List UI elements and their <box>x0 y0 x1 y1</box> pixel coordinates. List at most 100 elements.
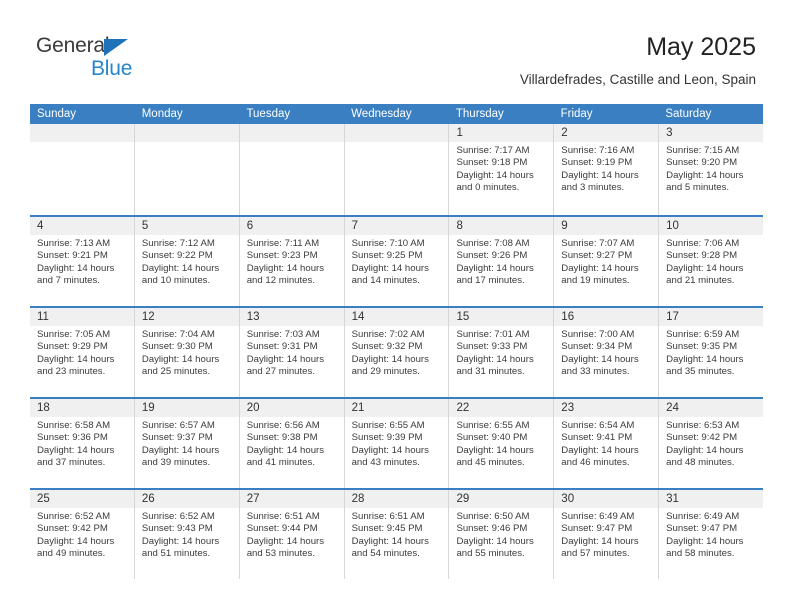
day-details: Sunrise: 7:06 AM Sunset: 9:28 PM Daylight:… <box>659 235 763 288</box>
calendar-day-cell[interactable]: 16 Sunrise: 7:00 AM Sunset: 9:34 PM Dayligh… <box>554 308 660 397</box>
daylight-text-line2: and 23 minutes. <box>37 366 106 378</box>
daylight-text-line2: and 55 minutes. <box>456 548 525 560</box>
day-number: 14 <box>344 308 449 326</box>
sunrise-text: Sunrise: 7:00 AM <box>561 329 635 340</box>
calendar-day-cell[interactable]: 25 Sunrise: 6:52 AM Sunset: 9:42 PM Dayligh… <box>30 490 135 579</box>
day-details: Sunrise: 7:04 AM Sunset: 9:30 PM Daylight:… <box>135 326 239 379</box>
daylight-text-line2: and 33 minutes. <box>561 366 630 378</box>
daylight-text-line1: Daylight: 14 hours <box>351 262 429 274</box>
daylight-text-line1: Daylight: 14 hours <box>666 262 744 274</box>
day-number: 28 <box>344 490 449 508</box>
sunset-text: Sunset: 9:33 PM <box>456 341 528 353</box>
sunrise-text: Sunrise: 6:52 AM <box>37 511 111 522</box>
daylight-text-line1: Daylight: 14 hours <box>246 353 325 365</box>
page-header: General Blue May 2025 Villardefrades, Ca… <box>0 0 792 100</box>
daylight-text-line2: and 41 minutes. <box>246 457 315 469</box>
day-number: 1 <box>449 124 554 142</box>
calendar-day-cell[interactable]: 3 Sunrise: 7:15 AM Sunset: 9:20 PM Daylight… <box>659 124 764 215</box>
sunrise-text: Sunrise: 6:51 AM <box>246 511 320 522</box>
calendar-day-cell[interactable]: 11 Sunrise: 7:05 AM Sunset: 9:29 PM Dayligh… <box>30 308 135 397</box>
calendar-day-cell[interactable]: 17 Sunrise: 6:59 AM Sunset: 9:35 PM Dayligh… <box>659 308 764 397</box>
calendar-day-cell[interactable]: 4 Sunrise: 7:13 AM Sunset: 9:21 PM Daylight… <box>30 217 135 306</box>
daylight-text-line2: and 7 minutes. <box>37 275 100 287</box>
calendar-day-cell[interactable]: 28 Sunrise: 6:51 AM Sunset: 9:45 PM Dayligh… <box>344 490 450 579</box>
calendar-day-cell[interactable]: 21 Sunrise: 6:55 AM Sunset: 9:39 PM Dayligh… <box>344 399 450 488</box>
calendar-day-cell[interactable]: 19 Sunrise: 6:57 AM Sunset: 9:37 PM Dayligh… <box>134 399 240 488</box>
weekday-header-wednesday: Wednesday <box>351 108 412 120</box>
sunrise-text: Sunrise: 7:11 AM <box>246 238 320 249</box>
daylight-text-line1: Daylight: 14 hours <box>666 535 744 547</box>
daylight-text-line1: Daylight: 14 hours <box>561 169 639 181</box>
calendar-day-cell[interactable]: 2 Sunrise: 7:16 AM Sunset: 9:19 PM Daylight… <box>554 124 660 215</box>
calendar-grid: Sunday Monday Tuesday Wednesday Thursday Frid… <box>30 104 764 579</box>
daylight-text-line2: and 17 minutes. <box>456 275 525 287</box>
sunset-text: Sunset: 9:20 PM <box>666 157 738 169</box>
sunrise-text: Sunrise: 7:06 AM <box>666 238 740 249</box>
day-details: Sunrise: 7:10 AM Sunset: 9:25 PM Daylight:… <box>345 235 449 288</box>
day-number <box>30 124 134 142</box>
calendar-day-cell[interactable]: 26 Sunrise: 6:52 AM Sunset: 9:43 PM Dayligh… <box>134 490 240 579</box>
calendar-day-cell[interactable]: 18 Sunrise: 6:58 AM Sunset: 9:36 PM Dayligh… <box>30 399 135 488</box>
calendar-day-cell[interactable]: 15 Sunrise: 7:01 AM Sunset: 9:33 PM Dayligh… <box>449 308 555 397</box>
sunrise-text: Sunrise: 6:53 AM <box>666 420 740 431</box>
calendar-day-cell[interactable]: 23 Sunrise: 6:54 AM Sunset: 9:41 PM Dayligh… <box>554 399 660 488</box>
calendar-day-cell[interactable]: 24 Sunrise: 6:53 AM Sunset: 9:42 PM Dayligh… <box>659 399 764 488</box>
sunrise-text: Sunrise: 7:02 AM <box>351 329 425 340</box>
sunrise-text: Sunrise: 6:59 AM <box>666 329 740 340</box>
daylight-text-line1: Daylight: 14 hours <box>37 535 115 547</box>
calendar-day-cell[interactable]: 31 Sunrise: 6:49 AM Sunset: 9:47 PM Dayligh… <box>659 490 764 579</box>
daylight-text-line1: Daylight: 14 hours <box>456 535 534 547</box>
weekday-header-tuesday: Tuesday <box>246 108 291 120</box>
sunset-text: Sunset: 9:47 PM <box>561 523 633 535</box>
daylight-text-line1: Daylight: 14 hours <box>141 353 220 365</box>
day-number: 30 <box>554 490 659 508</box>
calendar-day-cell[interactable]: 14 Sunrise: 7:02 AM Sunset: 9:32 PM Dayligh… <box>344 308 450 397</box>
calendar-day-cell[interactable]: 22 Sunrise: 6:55 AM Sunset: 9:40 PM Dayligh… <box>449 399 555 488</box>
sunrise-text: Sunrise: 6:58 AM <box>37 420 111 431</box>
sunrise-text: Sunrise: 7:17 AM <box>456 145 530 156</box>
calendar-day-cell-empty <box>239 124 345 215</box>
calendar-day-cell[interactable]: 5 Sunrise: 7:12 AM Sunset: 9:22 PM Daylight… <box>134 217 240 306</box>
calendar-day-cell[interactable]: 10 Sunrise: 7:06 AM Sunset: 9:28 PM Dayligh… <box>659 217 764 306</box>
calendar-day-cell[interactable]: 6 Sunrise: 7:11 AM Sunset: 9:23 PM Daylight… <box>239 217 345 306</box>
day-number: 9 <box>554 217 659 235</box>
title-block: May 2025 Villardefrades, Castille and Le… <box>520 32 756 88</box>
calendar-day-cell[interactable]: 27 Sunrise: 6:51 AM Sunset: 9:44 PM Dayligh… <box>239 490 345 579</box>
daylight-text-line1: Daylight: 14 hours <box>246 535 325 547</box>
calendar-day-cell[interactable]: 8 Sunrise: 7:08 AM Sunset: 9:26 PM Daylight… <box>449 217 555 306</box>
calendar-day-cell[interactable]: 9 Sunrise: 7:07 AM Sunset: 9:27 PM Daylight… <box>554 217 660 306</box>
day-details: Sunrise: 7:16 AM Sunset: 9:19 PM Daylight:… <box>554 142 658 195</box>
daylight-text-line1: Daylight: 14 hours <box>351 353 429 365</box>
sunset-text: Sunset: 9:36 PM <box>37 432 108 444</box>
calendar-day-cell[interactable]: 30 Sunrise: 6:49 AM Sunset: 9:47 PM Dayligh… <box>554 490 660 579</box>
sunrise-text: Sunrise: 7:01 AM <box>456 329 530 340</box>
general-blue-logo[interactable]: General Blue <box>36 34 166 84</box>
day-number: 17 <box>659 308 764 326</box>
calendar-day-cell[interactable]: 1 Sunrise: 7:17 AM Sunset: 9:18 PM Daylight… <box>449 124 555 215</box>
calendar-day-cell[interactable]: 29 Sunrise: 6:50 AM Sunset: 9:46 PM Dayligh… <box>449 490 555 579</box>
calendar-day-cell[interactable]: 7 Sunrise: 7:10 AM Sunset: 9:25 PM Daylight… <box>344 217 450 306</box>
daylight-text-line1: Daylight: 14 hours <box>141 444 220 456</box>
logo-text-general: General <box>36 34 110 57</box>
daylight-text-line1: Daylight: 14 hours <box>561 353 639 365</box>
calendar-day-cell[interactable]: 12 Sunrise: 7:04 AM Sunset: 9:30 PM Dayligh… <box>134 308 240 397</box>
daylight-text-line1: Daylight: 14 hours <box>561 535 639 547</box>
day-number: 10 <box>659 217 764 235</box>
calendar-week-row: 11 Sunrise: 7:05 AM Sunset: 9:29 PM Dayligh… <box>30 306 764 397</box>
page-subtitle: Villardefrades, Castille and Leon, Spain <box>519 72 756 87</box>
day-details: Sunrise: 6:55 AM Sunset: 9:40 PM Daylight:… <box>449 417 553 470</box>
calendar-day-cell[interactable]: 13 Sunrise: 7:03 AM Sunset: 9:31 PM Dayligh… <box>239 308 345 397</box>
sunrise-text: Sunrise: 6:52 AM <box>141 511 215 522</box>
daylight-text-line2: and 0 minutes. <box>456 182 520 194</box>
daylight-text-line1: Daylight: 14 hours <box>561 262 639 274</box>
calendar-day-cell-empty <box>134 124 240 215</box>
sunrise-text: Sunrise: 6:57 AM <box>141 420 215 431</box>
calendar-weeks: 1 Sunrise: 7:17 AM Sunset: 9:18 PM Daylight… <box>30 124 764 579</box>
sunrise-text: Sunrise: 6:49 AM <box>666 511 740 522</box>
sunrise-text: Sunrise: 6:56 AM <box>246 420 320 431</box>
daylight-text-line1: Daylight: 14 hours <box>666 169 744 181</box>
day-details: Sunrise: 7:17 AM Sunset: 9:18 PM Daylight:… <box>449 142 553 195</box>
day-details: Sunrise: 6:51 AM Sunset: 9:45 PM Daylight:… <box>345 508 449 561</box>
day-details: Sunrise: 7:03 AM Sunset: 9:31 PM Daylight:… <box>240 326 344 379</box>
calendar-day-cell[interactable]: 20 Sunrise: 6:56 AM Sunset: 9:38 PM Dayligh… <box>239 399 345 488</box>
